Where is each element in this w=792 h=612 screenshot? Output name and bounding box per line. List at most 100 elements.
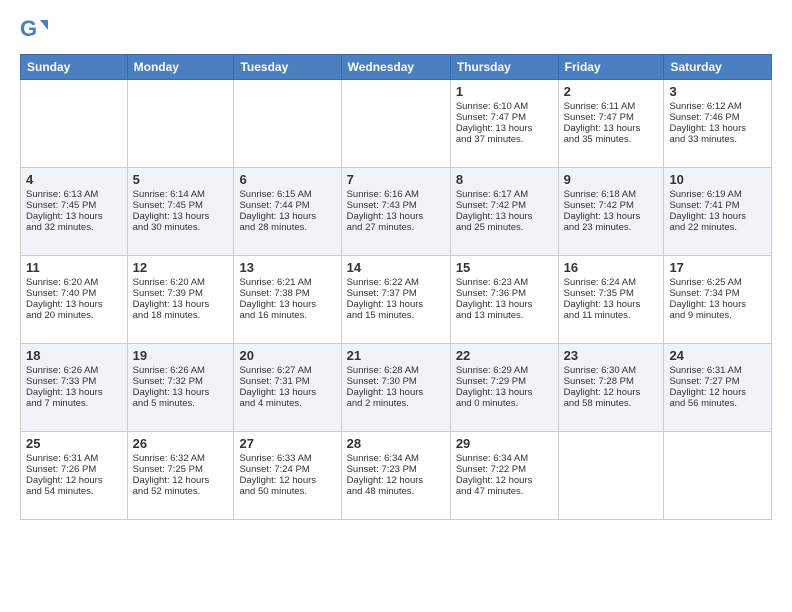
day-info-line: Daylight: 13 hours [456, 299, 553, 310]
day-info-line: Sunset: 7:28 PM [564, 376, 659, 387]
day-info-line: and 32 minutes. [26, 222, 122, 233]
day-info-line: Sunrise: 6:19 AM [669, 189, 766, 200]
calendar-day: 25Sunrise: 6:31 AMSunset: 7:26 PMDayligh… [21, 432, 128, 520]
day-info-line: and 7 minutes. [26, 398, 122, 409]
calendar-day: 28Sunrise: 6:34 AMSunset: 7:23 PMDayligh… [341, 432, 450, 520]
day-info-line: and 28 minutes. [239, 222, 335, 233]
calendar-day: 17Sunrise: 6:25 AMSunset: 7:34 PMDayligh… [664, 256, 772, 344]
day-info-line: Sunrise: 6:20 AM [133, 277, 229, 288]
day-number: 19 [133, 348, 229, 363]
day-info-line: and 52 minutes. [133, 486, 229, 497]
calendar-week-row: 1Sunrise: 6:10 AMSunset: 7:47 PMDaylight… [21, 80, 772, 168]
calendar-header-row: SundayMondayTuesdayWednesdayThursdayFrid… [21, 55, 772, 80]
day-info-line: Sunset: 7:33 PM [26, 376, 122, 387]
day-info-line: and 11 minutes. [564, 310, 659, 321]
day-info-line: and 2 minutes. [347, 398, 445, 409]
day-info-line: Sunrise: 6:26 AM [26, 365, 122, 376]
day-info-line: Sunrise: 6:33 AM [239, 453, 335, 464]
day-info-line: and 23 minutes. [564, 222, 659, 233]
day-number: 20 [239, 348, 335, 363]
day-number: 16 [564, 260, 659, 275]
day-number: 14 [347, 260, 445, 275]
calendar-day: 14Sunrise: 6:22 AMSunset: 7:37 PMDayligh… [341, 256, 450, 344]
day-info-line: and 48 minutes. [347, 486, 445, 497]
day-info-line: Sunrise: 6:29 AM [456, 365, 553, 376]
day-info-line: Daylight: 13 hours [133, 211, 229, 222]
calendar-day: 18Sunrise: 6:26 AMSunset: 7:33 PMDayligh… [21, 344, 128, 432]
page-header: G [20, 16, 772, 44]
day-info-line: Daylight: 13 hours [564, 299, 659, 310]
day-info-line: Sunset: 7:29 PM [456, 376, 553, 387]
day-number: 1 [456, 84, 553, 99]
calendar-day: 5Sunrise: 6:14 AMSunset: 7:45 PMDaylight… [127, 168, 234, 256]
day-info-line: and 30 minutes. [133, 222, 229, 233]
day-info-line: Sunrise: 6:21 AM [239, 277, 335, 288]
calendar-day: 27Sunrise: 6:33 AMSunset: 7:24 PMDayligh… [234, 432, 341, 520]
day-info-line: Sunset: 7:32 PM [133, 376, 229, 387]
calendar-week-row: 4Sunrise: 6:13 AMSunset: 7:45 PMDaylight… [21, 168, 772, 256]
day-info-line: Daylight: 13 hours [347, 387, 445, 398]
day-info-line: Daylight: 13 hours [26, 299, 122, 310]
day-info-line: Sunset: 7:23 PM [347, 464, 445, 475]
day-number: 26 [133, 436, 229, 451]
day-info-line: Sunrise: 6:20 AM [26, 277, 122, 288]
calendar-day: 19Sunrise: 6:26 AMSunset: 7:32 PMDayligh… [127, 344, 234, 432]
day-info-line: Sunset: 7:31 PM [239, 376, 335, 387]
day-info-line: and 56 minutes. [669, 398, 766, 409]
calendar-day: 12Sunrise: 6:20 AMSunset: 7:39 PMDayligh… [127, 256, 234, 344]
day-info-line: Sunrise: 6:23 AM [456, 277, 553, 288]
day-info-line: and 0 minutes. [456, 398, 553, 409]
day-number: 3 [669, 84, 766, 99]
calendar-week-row: 18Sunrise: 6:26 AMSunset: 7:33 PMDayligh… [21, 344, 772, 432]
calendar-day: 8Sunrise: 6:17 AMSunset: 7:42 PMDaylight… [450, 168, 558, 256]
day-info-line: and 37 minutes. [456, 134, 553, 145]
day-number: 13 [239, 260, 335, 275]
day-number: 4 [26, 172, 122, 187]
day-info-line: Daylight: 13 hours [456, 387, 553, 398]
day-info-line: and 15 minutes. [347, 310, 445, 321]
day-info-line: Daylight: 13 hours [26, 387, 122, 398]
day-info-line: Daylight: 13 hours [239, 211, 335, 222]
day-info-line: and 58 minutes. [564, 398, 659, 409]
day-info-line: Daylight: 13 hours [564, 211, 659, 222]
day-info-line: Sunset: 7:47 PM [564, 112, 659, 123]
calendar-day: 26Sunrise: 6:32 AMSunset: 7:25 PMDayligh… [127, 432, 234, 520]
day-info-line: Sunrise: 6:30 AM [564, 365, 659, 376]
day-info-line: Daylight: 13 hours [26, 211, 122, 222]
day-info-line: Daylight: 12 hours [26, 475, 122, 486]
calendar-day: 2Sunrise: 6:11 AMSunset: 7:47 PMDaylight… [558, 80, 664, 168]
calendar-day [664, 432, 772, 520]
calendar-day [21, 80, 128, 168]
calendar-day: 9Sunrise: 6:18 AMSunset: 7:42 PMDaylight… [558, 168, 664, 256]
day-info-line: Sunset: 7:40 PM [26, 288, 122, 299]
calendar-week-row: 11Sunrise: 6:20 AMSunset: 7:40 PMDayligh… [21, 256, 772, 344]
day-info-line: Sunrise: 6:13 AM [26, 189, 122, 200]
day-info-line: Sunset: 7:42 PM [456, 200, 553, 211]
day-info-line: and 25 minutes. [456, 222, 553, 233]
day-number: 11 [26, 260, 122, 275]
day-info-line: Sunrise: 6:28 AM [347, 365, 445, 376]
day-info-line: Daylight: 12 hours [133, 475, 229, 486]
day-number: 12 [133, 260, 229, 275]
calendar-day: 13Sunrise: 6:21 AMSunset: 7:38 PMDayligh… [234, 256, 341, 344]
day-info-line: Sunset: 7:35 PM [564, 288, 659, 299]
day-number: 7 [347, 172, 445, 187]
day-info-line: Daylight: 13 hours [669, 211, 766, 222]
day-info-line: Sunrise: 6:25 AM [669, 277, 766, 288]
day-info-line: Sunrise: 6:31 AM [669, 365, 766, 376]
day-info-line: Sunrise: 6:34 AM [347, 453, 445, 464]
day-info-line: and 27 minutes. [347, 222, 445, 233]
calendar-header-friday: Friday [558, 55, 664, 80]
day-info-line: Daylight: 12 hours [456, 475, 553, 486]
day-info-line: and 47 minutes. [456, 486, 553, 497]
day-info-line: and 35 minutes. [564, 134, 659, 145]
day-info-line: Daylight: 12 hours [347, 475, 445, 486]
calendar-day [234, 80, 341, 168]
day-info-line: Daylight: 13 hours [347, 211, 445, 222]
calendar-day: 29Sunrise: 6:34 AMSunset: 7:22 PMDayligh… [450, 432, 558, 520]
calendar-week-row: 25Sunrise: 6:31 AMSunset: 7:26 PMDayligh… [21, 432, 772, 520]
calendar-day: 20Sunrise: 6:27 AMSunset: 7:31 PMDayligh… [234, 344, 341, 432]
day-info-line: Sunrise: 6:27 AM [239, 365, 335, 376]
day-info-line: Daylight: 13 hours [669, 299, 766, 310]
day-info-line: Sunset: 7:44 PM [239, 200, 335, 211]
